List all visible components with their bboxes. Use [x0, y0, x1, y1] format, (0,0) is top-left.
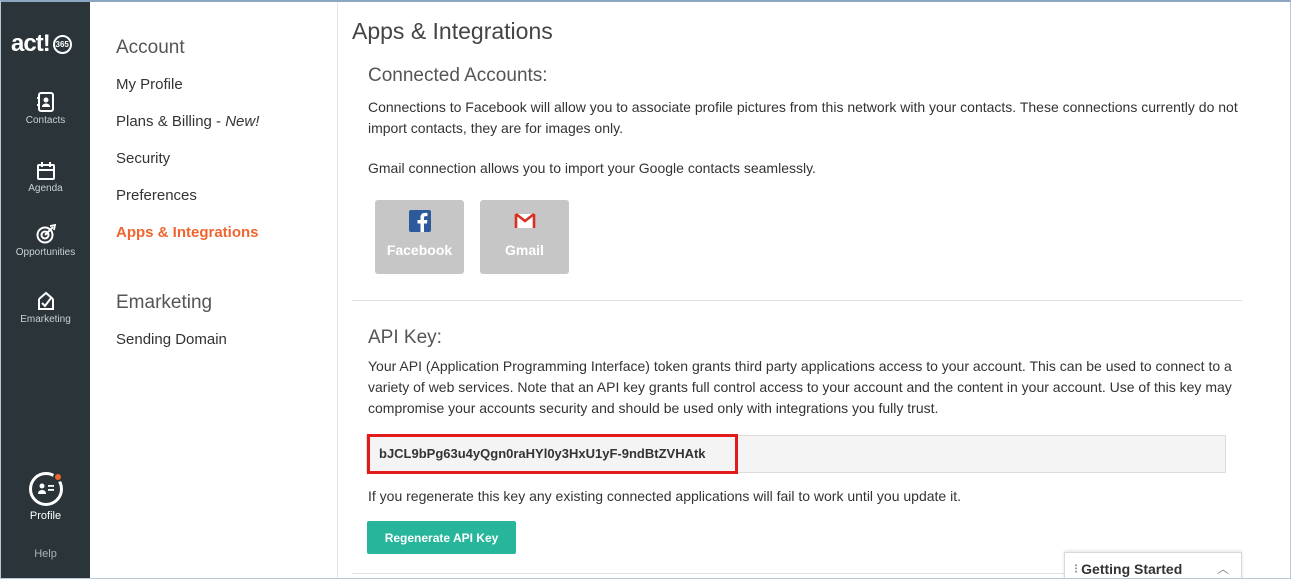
rail-label-agenda: Agenda: [28, 183, 63, 194]
rail-item-emarketing[interactable]: Emarketing: [1, 291, 90, 325]
rail-label-profile: Profile: [29, 510, 62, 522]
nav-item-apps-integrations[interactable]: Apps & Integrations: [116, 224, 259, 241]
section-divider: [352, 300, 1242, 301]
logo-text: act!: [11, 30, 51, 57]
rail-item-agenda[interactable]: Agenda: [1, 162, 90, 194]
rail-item-contacts[interactable]: Contacts: [1, 92, 90, 126]
api-key-desc: Your API (Application Programming Interf…: [368, 358, 1232, 416]
facebook-icon: [408, 210, 431, 232]
main-content: Apps & Integrations Connected Accounts: …: [338, 2, 1290, 578]
rail-label-emarketing: Emarketing: [20, 314, 71, 325]
api-key-field[interactable]: bJCL9bPg63u4yQgn0raHYl0y3HxU1yF-9ndBtZVH…: [366, 434, 1226, 474]
facebook-label: Facebook: [386, 242, 453, 258]
app-window: act! 365 Contacts Agenda Opportunities E…: [0, 0, 1291, 579]
nav-item-plans-billing[interactable]: Plans & Billing - New!: [116, 113, 259, 130]
logo-badge: 365: [52, 34, 72, 54]
profile-avatar: [28, 472, 63, 506]
connected-accounts-desc: Connections to Facebook will allow you t…: [368, 99, 1238, 136]
nav-heading-account: Account: [116, 37, 185, 58]
gmail-icon: [514, 212, 535, 228]
gmail-connect-button[interactable]: Gmail: [480, 200, 569, 274]
api-key-value[interactable]: bJCL9bPg63u4yQgn0raHYl0y3HxU1yF-9ndBtZVH…: [367, 434, 738, 474]
getting-started-label: Getting Started: [1081, 560, 1183, 577]
new-badge: New!: [225, 113, 260, 130]
emarketing-icon: [37, 291, 54, 310]
getting-started-widget[interactable]: ⁝ Getting Started ︿: [1064, 552, 1242, 578]
api-key-title: API Key:: [368, 327, 442, 348]
contacts-icon: [36, 92, 54, 112]
chevron-up-icon[interactable]: ︿: [1217, 560, 1229, 577]
calendar-icon: [36, 162, 55, 180]
gmail-label: Gmail: [505, 242, 544, 258]
facebook-connect-button[interactable]: Facebook: [375, 200, 464, 274]
rail-label-contacts: Contacts: [25, 115, 66, 126]
connected-accounts-title: Connected Accounts:: [368, 65, 548, 86]
rail-item-profile[interactable]: Profile: [1, 472, 90, 522]
nav-item-preferences[interactable]: Preferences: [116, 187, 197, 204]
nav-heading-emarketing: Emarketing: [116, 292, 213, 313]
rail-item-help[interactable]: Help: [1, 548, 90, 560]
settings-nav: Account My Profile Plans & Billing - New…: [90, 2, 338, 578]
nav-item-my-profile[interactable]: My Profile: [116, 76, 183, 93]
drag-handle-icon[interactable]: ⁝: [1074, 561, 1078, 577]
act-logo[interactable]: act! 365: [11, 30, 72, 57]
icon-rail: act! 365 Contacts Agenda Opportunities E…: [1, 2, 90, 578]
plans-billing-label: Plans & Billing -: [116, 113, 226, 130]
profile-icon: [37, 483, 54, 494]
notification-dot: [52, 472, 63, 482]
nav-item-security[interactable]: Security: [116, 150, 170, 167]
regenerate-api-key-button[interactable]: Regenerate API Key: [367, 521, 516, 554]
rail-item-opportunities[interactable]: Opportunities: [1, 224, 90, 258]
rail-label-opportunities: Opportunities: [15, 247, 76, 258]
nav-item-sending-domain[interactable]: Sending Domain: [116, 331, 227, 348]
target-icon: [36, 224, 56, 244]
rail-label-help: Help: [34, 548, 57, 560]
page-title: Apps & Integrations: [352, 18, 553, 44]
gmail-desc: Gmail connection allows you to import yo…: [368, 160, 816, 176]
regenerate-warning: If you regenerate this key any existing …: [368, 488, 961, 504]
